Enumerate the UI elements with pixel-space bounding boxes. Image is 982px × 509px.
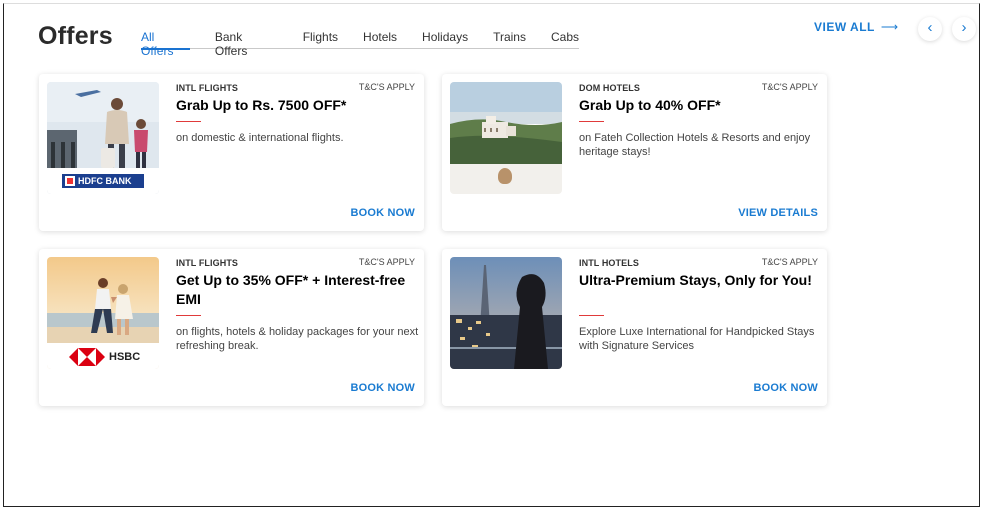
bank-logo-strip: HSBC xyxy=(47,343,159,369)
offer-card-intl-hotels[interactable]: INTL HOTELS T&C'S APPLY Ultra-Premium St… xyxy=(442,249,827,406)
book-now-button[interactable]: BOOK NOW xyxy=(350,382,415,394)
hdfc-bank-logo: HDFC BANK xyxy=(62,174,144,188)
title-divider xyxy=(176,315,201,316)
tab-trains[interactable]: Trains xyxy=(493,29,526,49)
view-all-link[interactable]: VIEW ALL ⟶ xyxy=(814,20,899,34)
chevron-right-icon: › xyxy=(961,19,967,36)
view-details-button[interactable]: VIEW DETAILS xyxy=(738,207,818,219)
offer-title: Grab Up to 40% OFF* xyxy=(579,97,721,113)
offer-title: Ultra-Premium Stays, Only for You! xyxy=(579,272,812,288)
tnc-label[interactable]: T&C'S APPLY xyxy=(359,257,415,267)
offer-description: on Fateh Collection Hotels & Resorts and… xyxy=(579,132,811,158)
chevron-left-icon: ‹ xyxy=(927,19,933,36)
offer-image-palace xyxy=(450,82,562,194)
hsbc-logo: HSBC xyxy=(69,348,140,366)
page-title: Offers xyxy=(38,22,113,50)
tab-bank-offers[interactable]: Bank Offers xyxy=(215,29,278,58)
carousel-prev-button[interactable]: ‹ xyxy=(918,17,942,41)
tab-hotels[interactable]: Hotels xyxy=(363,29,397,49)
title-divider xyxy=(579,121,604,122)
tnc-label[interactable]: T&C'S APPLY xyxy=(762,82,818,92)
offer-card-intl-flights-hdfc[interactable]: HDFC BANK INTL FLIGHTS T&C'S APPLY Grab … xyxy=(39,74,424,231)
offer-image-airport: HDFC BANK xyxy=(47,82,159,194)
tab-holidays[interactable]: Holidays xyxy=(422,29,468,49)
offer-tabs: All Offers Bank Offers Flights Hotels Ho… xyxy=(141,29,579,58)
carousel-next-button[interactable]: › xyxy=(952,17,976,41)
title-divider xyxy=(176,121,201,122)
tnc-label[interactable]: T&C'S APPLY xyxy=(762,257,818,267)
offer-image-skyline xyxy=(450,257,562,369)
book-now-button[interactable]: BOOK NOW xyxy=(350,207,415,219)
offer-title: Get Up to 35% OFF* + Interest-free EMI xyxy=(176,272,406,307)
offer-description: on domestic & international flights. xyxy=(176,132,344,144)
offer-category: INTL FLIGHTS xyxy=(176,258,239,268)
arrow-right-icon: ⟶ xyxy=(880,20,899,34)
offer-description: on flights, hotels & holiday packages fo… xyxy=(176,326,419,352)
tab-all-offers[interactable]: All Offers xyxy=(141,29,190,58)
title-divider xyxy=(579,315,604,316)
offer-category: DOM HOTELS xyxy=(579,83,640,93)
tab-flights[interactable]: Flights xyxy=(303,29,338,49)
fateh-collection-logo xyxy=(450,164,562,194)
offer-description: Explore Luxe International for Handpicke… xyxy=(579,326,815,352)
offer-category: INTL FLIGHTS xyxy=(176,83,239,93)
view-all-label: VIEW ALL xyxy=(814,20,875,34)
offer-category: INTL HOTELS xyxy=(579,258,639,268)
offer-card-intl-flights-hsbc[interactable]: HSBC INTL FLIGHTS T&C'S APPLY Get Up to … xyxy=(39,249,424,406)
book-now-button[interactable]: BOOK NOW xyxy=(753,382,818,394)
offer-image-beach: HSBC xyxy=(47,257,159,369)
tnc-label[interactable]: T&C'S APPLY xyxy=(359,82,415,92)
bank-logo-strip: HDFC BANK xyxy=(47,168,159,194)
tab-cabs[interactable]: Cabs xyxy=(551,29,579,49)
offer-title: Grab Up to Rs. 7500 OFF* xyxy=(176,97,347,113)
offer-card-dom-hotels[interactable]: DOM HOTELS T&C'S APPLY Grab Up to 40% OF… xyxy=(442,74,827,231)
